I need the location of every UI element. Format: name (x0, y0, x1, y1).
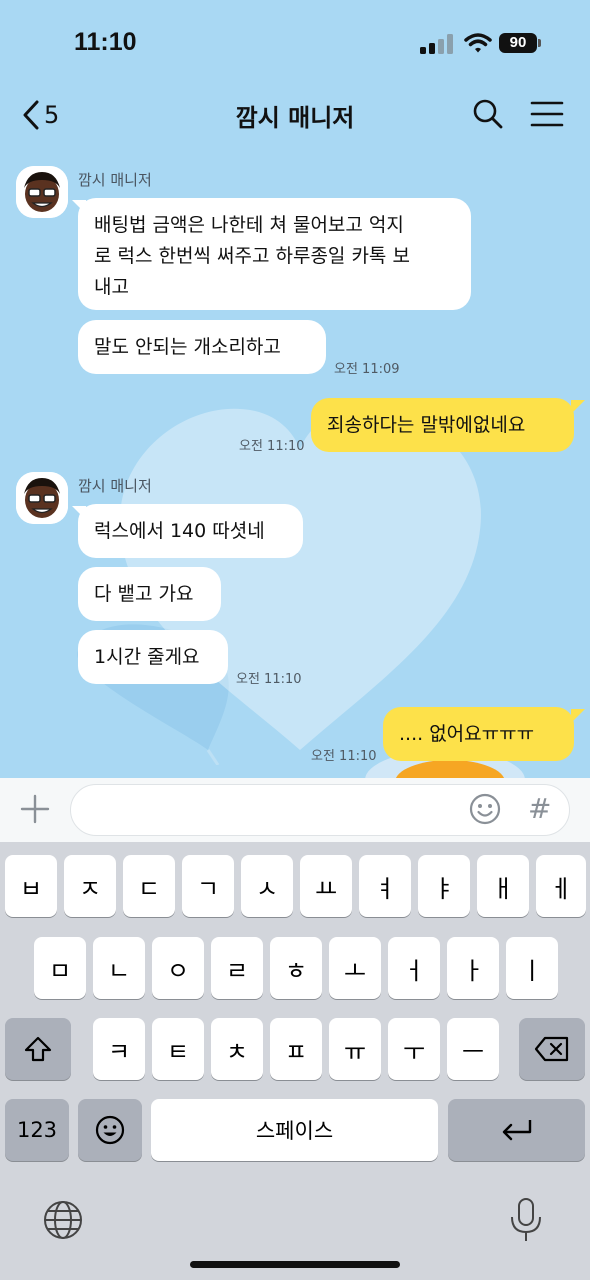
chat-header: 5 깜시 매니저 (0, 88, 590, 140)
message-time: 오전 11:10 (236, 672, 302, 687)
backspace-icon (534, 1036, 569, 1062)
message-bubble[interactable]: 럭스에서 140 따셧네 (78, 504, 303, 558)
key[interactable]: ㅏ (447, 937, 499, 999)
message-text: 말도 안되는 개소리하고 (94, 336, 281, 358)
wifi-icon (464, 33, 492, 53)
avatar[interactable] (16, 472, 68, 524)
message-line: 내고 (94, 276, 129, 298)
emoji-key[interactable] (78, 1099, 142, 1161)
key[interactable]: ㅣ (506, 937, 558, 999)
avatar-face-icon (16, 472, 68, 524)
avatar[interactable] (16, 166, 68, 218)
return-key[interactable] (448, 1099, 585, 1161)
message-bubble[interactable]: 말도 안되는 개소리하고 (78, 320, 326, 374)
message-bubble[interactable]: 1시간 줄게요 (78, 630, 228, 684)
keyboard: ㅂ ㅈ ㄷ ㄱ ㅅ ㅛ ㅕ ㅑ ㅐ ㅔ ㅁ ㄴ ㅇ ㄹ ㅎ ㅗ ㅓ ㅏ ㅣ ㅋ … (0, 842, 590, 1280)
avatar-face-icon (16, 166, 68, 218)
menu-icon[interactable] (530, 100, 564, 128)
message-bubble[interactable]: 다 뱉고 가요 (78, 567, 221, 621)
battery-cap (538, 39, 541, 47)
key[interactable]: ㅈ (64, 855, 116, 917)
message-input-bar: # (0, 778, 590, 842)
shift-key[interactable] (5, 1018, 71, 1080)
microphone-icon[interactable] (508, 1197, 544, 1243)
emoji-keyboard-icon (95, 1115, 125, 1145)
my-message-bubble[interactable]: .... 없어요ㅠㅠㅠ (383, 707, 574, 761)
key[interactable]: ㅓ (388, 937, 440, 999)
message-line: 로 럭스 한번씩 써주고 하루종일 카톡 보 (94, 245, 410, 267)
sender-name: 깜시 매니저 (78, 477, 152, 495)
key[interactable]: ㅐ (477, 855, 529, 917)
status-time: 11:10 (74, 28, 137, 56)
key[interactable]: ㅅ (241, 855, 293, 917)
key[interactable]: ㅔ (536, 855, 586, 917)
home-indicator (190, 1261, 400, 1268)
message-time: 오전 11:09 (334, 362, 400, 377)
message-text: 다 뱉고 가요 (94, 583, 194, 605)
key[interactable]: ㅋ (93, 1018, 145, 1080)
emoji-icon[interactable] (468, 792, 502, 826)
sender-name: 깜시 매니저 (78, 171, 152, 189)
key[interactable]: ㅗ (329, 937, 381, 999)
my-message-bubble[interactable]: 죄송하다는 말밖에없네요 (311, 398, 574, 452)
shift-icon (24, 1036, 52, 1062)
space-key[interactable]: 스페이스 (151, 1099, 438, 1161)
key[interactable]: ㄷ (123, 855, 175, 917)
cellular-signal-icon (420, 34, 453, 54)
message-text: .... 없어요ㅠㅠㅠ (399, 723, 535, 745)
hash-button[interactable]: # (528, 792, 551, 825)
message-text: 럭스에서 140 따셧네 (94, 520, 265, 542)
message-time: 오전 11:10 (311, 749, 377, 764)
key[interactable]: ㄱ (182, 855, 234, 917)
return-icon (502, 1120, 531, 1141)
key[interactable]: ㅡ (447, 1018, 499, 1080)
message-text: 죄송하다는 말밖에없네요 (327, 414, 526, 436)
key[interactable]: ㅊ (211, 1018, 263, 1080)
key[interactable]: ㅕ (359, 855, 411, 917)
key[interactable]: ㅠ (329, 1018, 381, 1080)
search-icon[interactable] (472, 98, 504, 130)
battery-icon: 90 (499, 33, 537, 53)
key[interactable]: ㅎ (270, 937, 322, 999)
delete-key[interactable] (519, 1018, 585, 1080)
key[interactable]: ㅌ (152, 1018, 204, 1080)
numbers-key[interactable]: 123 (5, 1099, 69, 1161)
key[interactable]: ㄹ (211, 937, 263, 999)
key[interactable]: ㅍ (270, 1018, 322, 1080)
message-bubble[interactable]: 배팅법 금액은 나한테 쳐 물어보고 억지 로 럭스 한번씩 써주고 하루종일 … (78, 198, 471, 310)
key[interactable]: ㅑ (418, 855, 470, 917)
status-bar: 11:10 90 (0, 0, 590, 90)
key[interactable]: ㅜ (388, 1018, 440, 1080)
message-text: 1시간 줄게요 (94, 646, 200, 668)
key[interactable]: ㅛ (300, 855, 352, 917)
key[interactable]: ㅁ (34, 937, 86, 999)
message-time: 오전 11:10 (239, 439, 305, 454)
plus-icon[interactable] (18, 792, 52, 826)
key[interactable]: ㅂ (5, 855, 57, 917)
message-line: 배팅법 금액은 나한테 쳐 물어보고 억지 (94, 214, 404, 236)
key[interactable]: ㅇ (152, 937, 204, 999)
key[interactable]: ㄴ (93, 937, 145, 999)
globe-icon[interactable] (42, 1199, 84, 1241)
